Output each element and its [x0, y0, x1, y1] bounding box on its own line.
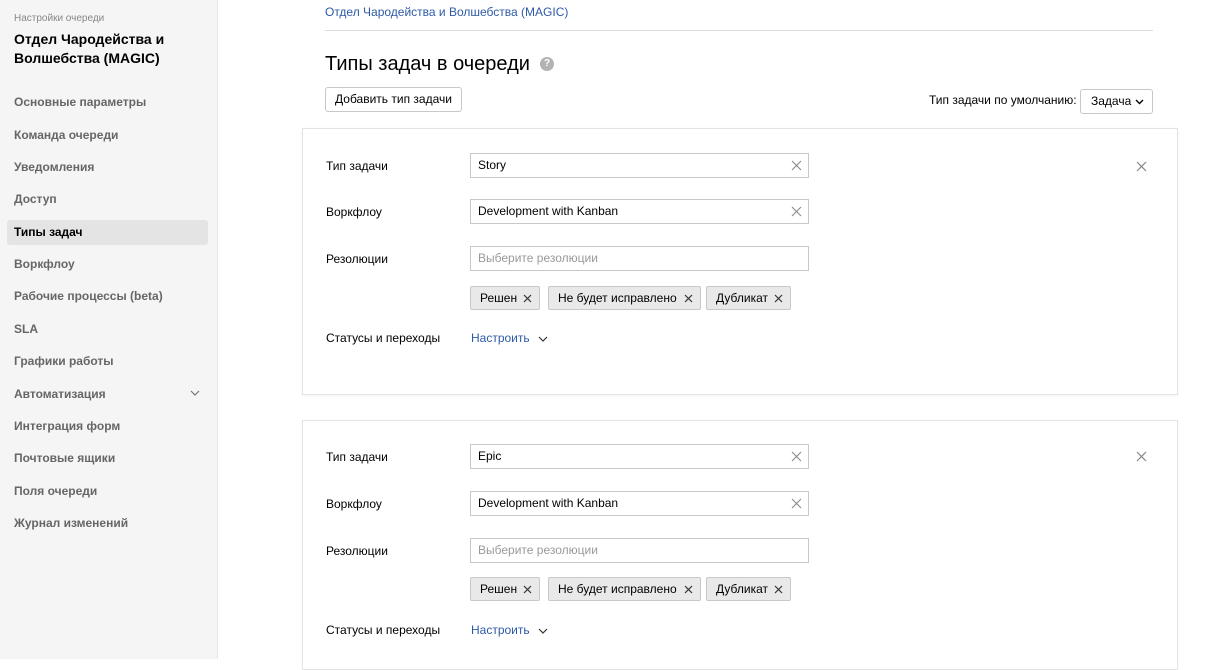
sidebar-item-issue-types[interactable]: Типы задач — [7, 220, 208, 245]
issue-type-field[interactable]: Story — [470, 153, 809, 178]
resolution-tag: Не будет исправлено — [548, 577, 701, 601]
sidebar-item-queue-team[interactable]: Команда очереди — [7, 123, 208, 148]
default-type-label: Тип задачи по умолчанию: — [929, 93, 1077, 107]
resolution-tag: Решен — [470, 286, 540, 310]
sidebar-item-main-params[interactable]: Основные параметры — [7, 90, 208, 115]
workflow-label: Воркфлоу — [326, 205, 382, 219]
resolution-tag: Дубликат — [706, 577, 791, 601]
workflow-label: Воркфлоу — [326, 497, 382, 511]
chevron-down-icon — [190, 390, 200, 396]
sidebar-item-workflow[interactable]: Воркфлоу — [7, 252, 208, 277]
sidebar-item-queue-fields[interactable]: Поля очереди — [7, 479, 208, 504]
sidebar-item-sla[interactable]: SLA — [7, 317, 208, 342]
header-divider — [325, 30, 1153, 31]
resolutions-placeholder: Выберите резолюции — [478, 543, 598, 557]
sidebar-item-automation-label: Автоматизация — [14, 387, 106, 401]
resolution-tag-label: Дубликат — [716, 582, 768, 596]
issue-type-value: Story — [478, 158, 507, 172]
add-issue-type-button[interactable]: Добавить тип задачи — [325, 87, 462, 112]
resolution-tag-label: Не будет исправлено — [558, 291, 677, 305]
workflow-field[interactable]: Development with Kanban — [470, 199, 809, 224]
issue-type-card: Тип задачи Story Воркфлоу Development wi… — [302, 128, 1178, 395]
default-type-value: Задача — [1091, 94, 1132, 108]
sidebar-item-work-processes[interactable]: Рабочие процессы (beta) — [7, 284, 208, 309]
sidebar-item-automation[interactable]: Автоматизация — [7, 382, 208, 407]
clear-icon[interactable] — [791, 206, 802, 217]
sidebar-item-access[interactable]: Доступ — [7, 187, 208, 212]
resolution-tag-label: Дубликат — [716, 291, 768, 305]
issue-type-value: Epic — [478, 449, 502, 463]
resolution-tag-label: Не будет исправлено — [558, 582, 677, 596]
workflow-value: Development with Kanban — [478, 496, 619, 510]
sidebar-item-form-integration[interactable]: Интеграция форм — [7, 414, 208, 439]
issue-type-label: Тип задачи — [326, 159, 388, 173]
remove-icon[interactable] — [523, 294, 532, 303]
chevron-down-icon — [1135, 99, 1144, 105]
chevron-down-icon — [538, 336, 548, 342]
issue-type-label: Тип задачи — [326, 450, 388, 464]
queue-title: Отдел Чародейства и Волшебства (MAGIC) — [14, 31, 165, 66]
configure-link[interactable]: Настроить — [471, 331, 548, 345]
close-icon[interactable] — [1136, 451, 1147, 462]
sidebar: Настройки очереди Отдел Чародейства и Во… — [0, 0, 218, 659]
clear-icon[interactable] — [791, 160, 802, 171]
remove-icon[interactable] — [774, 294, 783, 303]
chevron-down-icon — [538, 628, 548, 634]
clear-icon[interactable] — [791, 451, 802, 462]
sidebar-item-mailboxes[interactable]: Почтовые ящики — [7, 446, 208, 471]
remove-icon[interactable] — [523, 585, 532, 594]
resolutions-label: Резолюции — [326, 252, 388, 266]
configure-link[interactable]: Настроить — [471, 623, 548, 637]
resolution-tag: Не будет исправлено — [548, 286, 701, 310]
configure-label: Настроить — [471, 623, 530, 637]
sidebar-item-schedules[interactable]: Графики работы — [7, 349, 208, 374]
resolution-tag: Дубликат — [706, 286, 791, 310]
close-icon[interactable] — [1136, 161, 1147, 172]
configure-label: Настроить — [471, 331, 530, 345]
default-type-select[interactable]: Задача — [1080, 89, 1153, 114]
breadcrumb[interactable]: Отдел Чародейства и Волшебства (MAGIC) — [325, 5, 568, 19]
workflow-value: Development with Kanban — [478, 204, 619, 218]
remove-icon[interactable] — [774, 585, 783, 594]
issue-type-card: Тип задачи Epic Воркфлоу Development wit… — [302, 420, 1178, 670]
page-title: Типы задач в очереди — [325, 53, 530, 75]
statuses-label: Статусы и переходы — [326, 623, 441, 637]
clear-icon[interactable] — [791, 498, 802, 509]
issue-type-field[interactable]: Epic — [470, 444, 809, 469]
resolutions-label: Резолюции — [326, 544, 388, 558]
sidebar-item-changelog[interactable]: Журнал изменений — [7, 511, 208, 536]
remove-icon[interactable] — [684, 585, 693, 594]
resolution-tag: Решен — [470, 577, 540, 601]
resolution-tag-label: Решен — [480, 291, 518, 305]
remove-icon[interactable] — [684, 294, 693, 303]
resolution-tag-label: Решен — [480, 582, 518, 596]
resolutions-placeholder: Выберите резолюции — [478, 251, 598, 265]
resolutions-input[interactable]: Выберите резолюции — [470, 246, 809, 271]
workflow-field[interactable]: Development with Kanban — [470, 491, 809, 516]
resolutions-input[interactable]: Выберите резолюции — [470, 538, 809, 563]
sidebar-caption: Настройки очереди — [14, 13, 105, 24]
sidebar-item-notifications[interactable]: Уведомления — [7, 155, 208, 180]
statuses-label: Статусы и переходы — [326, 331, 441, 345]
help-icon[interactable]: ? — [540, 57, 554, 71]
